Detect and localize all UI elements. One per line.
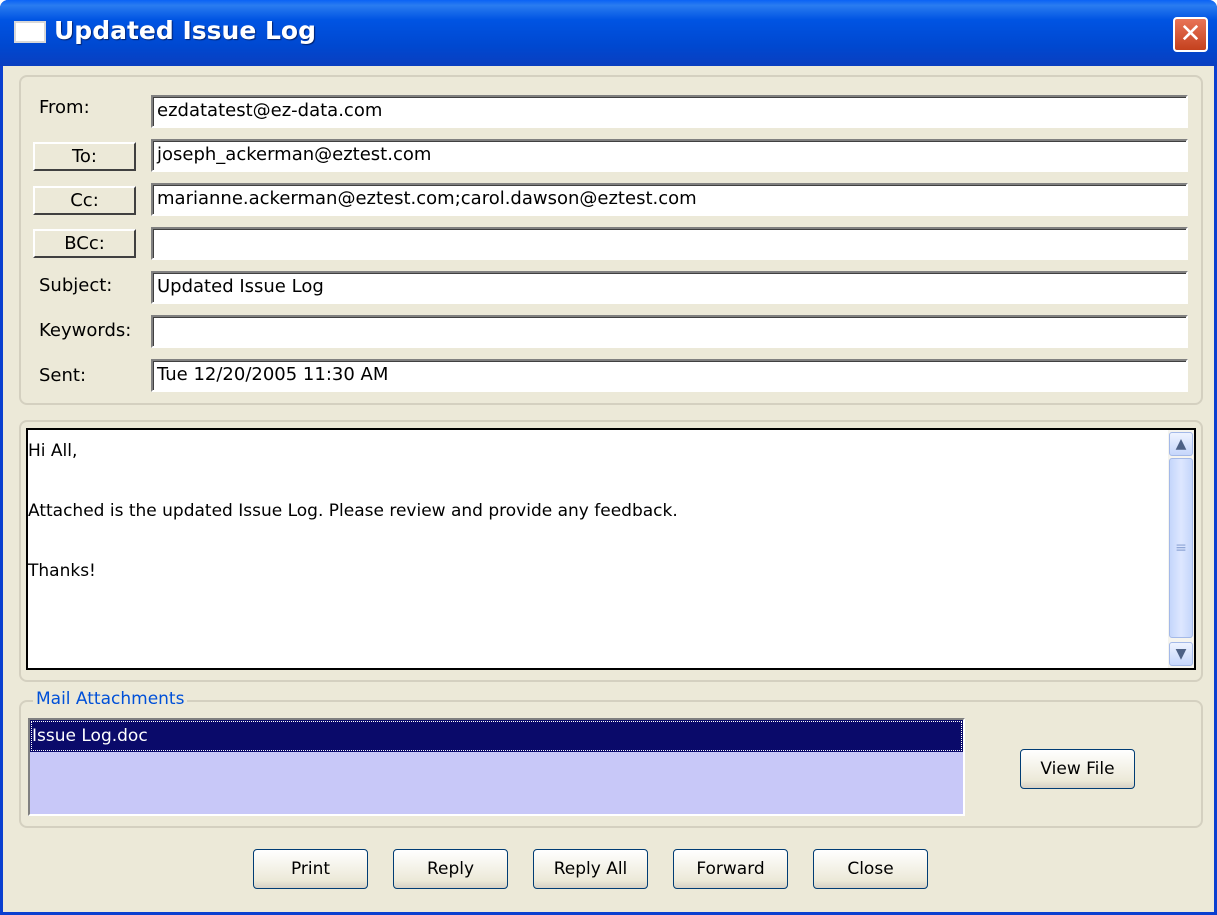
message-window: Updated Issue Log ✕ From: ezdatatest@ez-… bbox=[0, 0, 1217, 915]
to-button[interactable]: To: bbox=[33, 142, 136, 171]
scroll-up-icon[interactable]: ▲ bbox=[1169, 432, 1193, 456]
bcc-button[interactable]: BCc: bbox=[33, 229, 136, 258]
attachments-legend: Mail Attachments bbox=[33, 689, 188, 709]
header-group: From: ezdatatest@ez-data.com To: joseph_… bbox=[19, 75, 1203, 405]
cc-button[interactable]: Cc: bbox=[33, 186, 136, 215]
sent-field[interactable]: Tue 12/20/2005 11:30 AM bbox=[151, 359, 1188, 392]
reply-button[interactable]: Reply bbox=[393, 849, 508, 889]
print-button[interactable]: Print bbox=[253, 849, 368, 889]
attachments-group: Mail Attachments Issue Log.doc View File bbox=[19, 689, 1203, 828]
message-body[interactable]: Hi All, Attached is the updated Issue Lo… bbox=[26, 428, 1196, 670]
view-file-button[interactable]: View File bbox=[1020, 749, 1135, 789]
close-window-icon[interactable]: ✕ bbox=[1173, 17, 1208, 52]
window-icon bbox=[14, 21, 46, 43]
subject-label: Subject: bbox=[39, 275, 113, 296]
keywords-field[interactable] bbox=[151, 315, 1188, 348]
attachment-item[interactable]: Issue Log.doc bbox=[30, 720, 963, 752]
keywords-label: Keywords: bbox=[39, 320, 132, 341]
scroll-thumb[interactable]: ≡ bbox=[1169, 458, 1193, 638]
message-body-text: Hi All, Attached is the updated Issue Lo… bbox=[28, 441, 678, 581]
subject-field[interactable]: Updated Issue Log bbox=[151, 271, 1188, 304]
body-group: Hi All, Attached is the updated Issue Lo… bbox=[19, 420, 1203, 682]
vertical-scrollbar[interactable]: ▲ ≡ ▼ bbox=[1168, 430, 1194, 668]
bcc-field[interactable] bbox=[151, 227, 1188, 260]
reply-all-button[interactable]: Reply All bbox=[533, 849, 648, 889]
cc-field[interactable]: marianne.ackerman@eztest.com;carol.dawso… bbox=[151, 183, 1188, 216]
from-label: From: bbox=[39, 97, 90, 118]
title-bar[interactable]: Updated Issue Log ✕ bbox=[0, 0, 1217, 66]
forward-button[interactable]: Forward bbox=[673, 849, 788, 889]
scroll-down-icon[interactable]: ▼ bbox=[1169, 642, 1193, 666]
attachments-list[interactable]: Issue Log.doc bbox=[28, 718, 965, 816]
from-field[interactable]: ezdatatest@ez-data.com bbox=[151, 95, 1188, 128]
window-title: Updated Issue Log bbox=[54, 16, 316, 45]
to-field[interactable]: joseph_ackerman@eztest.com bbox=[151, 139, 1188, 172]
sent-label: Sent: bbox=[39, 365, 87, 386]
close-button[interactable]: Close bbox=[813, 849, 928, 889]
